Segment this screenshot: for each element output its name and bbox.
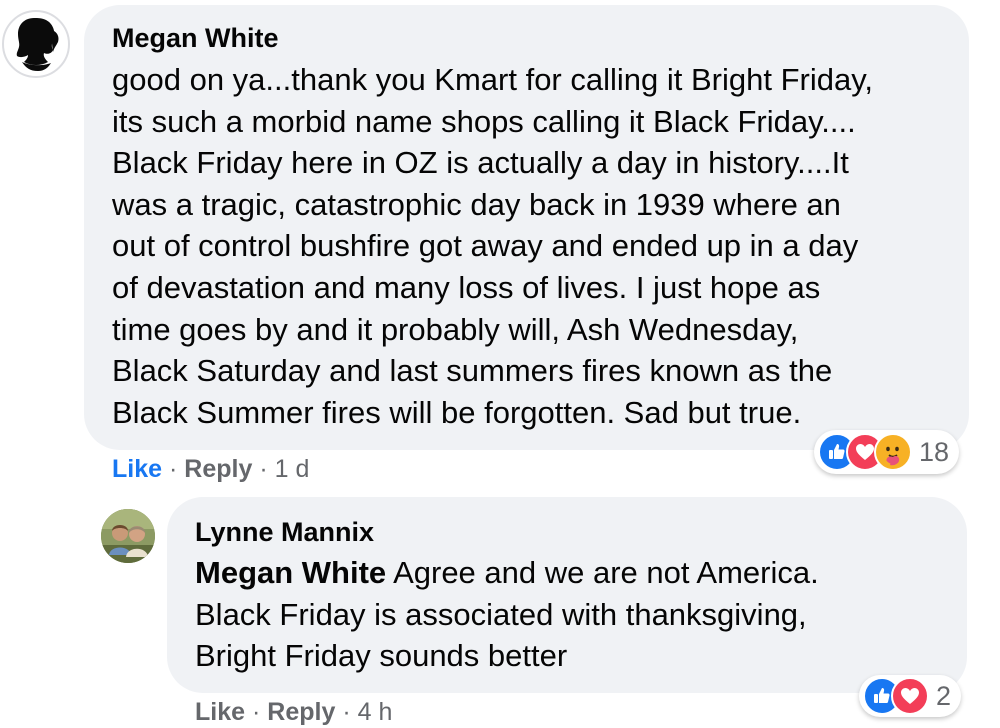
comment-text-line: Black Friday is associated with thanksgi…	[195, 596, 807, 632]
comment-text-line: Black Summer fires will be forgotten. Sa…	[112, 394, 802, 430]
comment-text-line: of devastation and many loss of lives. I…	[112, 269, 821, 305]
reply-link[interactable]: Reply	[267, 698, 335, 726]
comment-text: Megan White Agree and we are not America…	[195, 552, 955, 677]
reaction-count: 18	[919, 437, 950, 467]
love-icon	[891, 677, 929, 715]
silhouette-avatar-icon	[16, 18, 59, 71]
avatar-lynne-mannix[interactable]	[101, 509, 155, 563]
comment-timestamp[interactable]: 1 d	[275, 455, 310, 483]
comment-text-line: Bright Friday sounds better	[195, 638, 568, 674]
reactions-summary[interactable]: 2	[859, 675, 962, 717]
comment-author-name[interactable]: Megan White	[112, 20, 279, 56]
comment-text: good on ya...thank you Kmart for calling…	[112, 59, 957, 433]
comment-thread: Megan White good on ya...thank you Kmart…	[0, 0, 1000, 728]
comment-text-line: time goes by and it probably will, Ash W…	[112, 311, 799, 347]
comment-text-line: was a tragic, catastrophic day back in 1…	[112, 186, 841, 222]
mention-link[interactable]: Megan White	[195, 555, 386, 590]
avatar-megan-white[interactable]	[2, 10, 70, 78]
comment-actions: Like · Reply · 4 h	[195, 696, 392, 728]
separator: ·	[251, 698, 268, 726]
comment-text-line: good on ya...thank you Kmart for calling…	[112, 62, 874, 97]
comment-timestamp[interactable]: 4 h	[358, 698, 393, 726]
separator: ·	[342, 698, 358, 726]
like-link[interactable]: Like	[195, 698, 245, 726]
profile-photo-icon	[101, 509, 155, 563]
comment-actions: Like · Reply · 1 d	[112, 453, 309, 485]
comment-author-name[interactable]: Lynne Mannix	[195, 514, 374, 550]
separator: ·	[259, 455, 275, 483]
like-link[interactable]: Like	[112, 455, 162, 483]
separator: ·	[168, 455, 185, 483]
comment-text-line: Black Saturday and last summers fires kn…	[112, 353, 833, 389]
comment-text-line: Megan White Agree and we are not America…	[195, 552, 955, 594]
care-icon	[874, 433, 912, 471]
comment-text-fragment: Agree and we are not America.	[386, 555, 819, 590]
comment-text-line: out of control bushfire got away and end…	[112, 228, 859, 264]
reactions-summary[interactable]: 18	[814, 430, 960, 474]
comment-text-line: Black Friday here in OZ is actually a da…	[112, 145, 849, 181]
reaction-count: 2	[936, 681, 952, 711]
comment-text-line: its such a morbid name shops calling it …	[112, 103, 856, 139]
reply-link[interactable]: Reply	[184, 455, 252, 483]
